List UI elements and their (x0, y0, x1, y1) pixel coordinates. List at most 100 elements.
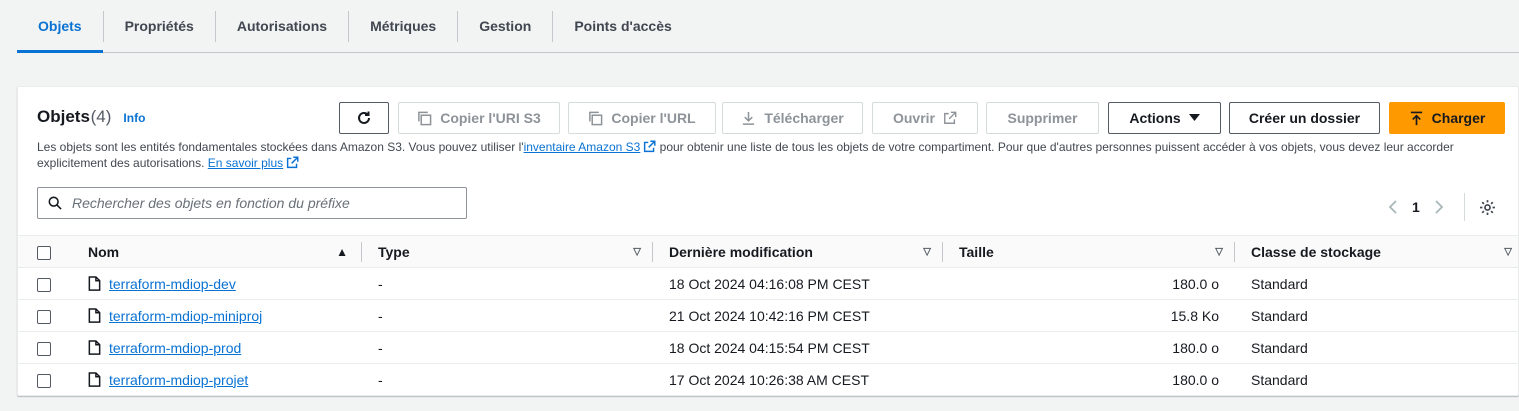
copy-url-button[interactable]: Copier l'URL (568, 102, 716, 134)
tab-autorisations[interactable]: Autorisations (214, 10, 348, 42)
row-checkbox[interactable] (37, 341, 51, 356)
row-checkbox[interactable] (37, 373, 51, 388)
tab-proprietes[interactable]: Propriétés (102, 10, 215, 42)
file-icon (88, 372, 101, 388)
row-checkbox[interactable] (37, 277, 51, 292)
storage-cell: Standard (1251, 307, 1308, 324)
modified-cell: 17 Oct 2024 10:26:38 AM CEST (669, 371, 870, 388)
upload-button[interactable]: Charger (1389, 102, 1505, 134)
table-header-row: Nom ▲ Type ▽ Dernière modification ▽ Taille… (18, 235, 1518, 268)
table-row[interactable]: terraform-mdiop-miniproj - 21 Oct 2024 1… (18, 300, 1518, 332)
copy-icon (589, 111, 603, 125)
copy-icon (418, 111, 432, 125)
actions-dropdown[interactable]: Actions (1108, 102, 1221, 134)
storage-cell: Standard (1251, 339, 1308, 356)
pagination: 1 (1388, 193, 1496, 221)
caret-down-icon (1188, 114, 1200, 121)
sort-icon: ▽ (1504, 246, 1512, 257)
external-link-icon (287, 156, 299, 169)
external-link-icon (944, 111, 957, 124)
file-icon (88, 340, 101, 355)
open-label: Ouvrir (892, 110, 935, 126)
gear-icon[interactable] (1479, 199, 1496, 216)
file-icon (88, 308, 101, 323)
upload-icon (1410, 111, 1422, 125)
chevron-right-icon[interactable] (1434, 200, 1444, 214)
type-cell: - (378, 275, 383, 292)
sort-icon: ▽ (923, 246, 931, 257)
actions-label: Actions (1129, 110, 1181, 126)
copy-s3-uri-label: Copier l'URI S3 (440, 110, 541, 126)
column-storage-label: Classe de stockage (1251, 243, 1381, 260)
object-count: (4) (90, 107, 112, 126)
open-button[interactable]: Ouvrir (872, 102, 978, 134)
tab-gestion[interactable]: Gestion (457, 10, 552, 42)
tab-objets[interactable]: Objets (17, 0, 103, 53)
current-page[interactable]: 1 (1412, 199, 1420, 215)
info-link[interactable]: Info (123, 111, 145, 125)
delete-button[interactable]: Supprimer (986, 102, 1099, 134)
object-link[interactable]: terraform-mdiop-projet (109, 372, 248, 388)
refresh-button[interactable] (339, 102, 389, 134)
column-name[interactable]: Nom ▲ (70, 236, 362, 268)
download-label: Télécharger (764, 110, 844, 126)
upload-label: Charger (1431, 110, 1486, 126)
object-link[interactable]: terraform-mdiop-dev (109, 276, 236, 292)
storage-cell: Standard (1251, 275, 1308, 292)
create-folder-button[interactable]: Créer un dossier (1229, 102, 1380, 134)
panel-description: Les objets sont les entités fondamentale… (37, 139, 1497, 171)
storage-cell: Standard (1251, 371, 1308, 388)
column-storage[interactable]: Classe de stockage ▽ (1235, 236, 1518, 268)
type-cell: - (378, 371, 383, 388)
column-name-label: Nom (88, 243, 120, 260)
inventory-link[interactable]: inventaire Amazon S3 (524, 140, 641, 154)
search-icon (48, 196, 62, 210)
description-text: Les objets sont les entités fondamentale… (37, 140, 524, 154)
search-input[interactable] (72, 195, 452, 211)
chevron-left-icon[interactable] (1388, 200, 1398, 214)
tab-points-acces[interactable]: Points d'accès (552, 10, 692, 42)
modified-cell: 21 Oct 2024 10:42:16 PM CEST (669, 307, 870, 324)
modified-cell: 18 Oct 2024 04:16:08 PM CEST (669, 275, 870, 292)
tab-metriques[interactable]: Métriques (348, 10, 457, 42)
create-folder-label: Créer un dossier (1248, 110, 1361, 126)
size-cell: 180.0 o (1172, 339, 1219, 356)
select-all-checkbox[interactable] (37, 245, 51, 260)
tab-bar: Objets Propriétés Autorisations Métrique… (17, 0, 1519, 53)
panel-title: Objets (4) (37, 107, 112, 126)
table-row[interactable]: terraform-mdiop-prod - 18 Oct 2024 04:15… (18, 332, 1518, 364)
row-checkbox[interactable] (37, 309, 51, 324)
download-button[interactable]: Télécharger (722, 102, 863, 134)
table-row[interactable]: terraform-mdiop-projet - 17 Oct 2024 10:… (18, 364, 1518, 396)
column-size-label: Taille (959, 243, 994, 260)
objects-table: Nom ▲ Type ▽ Dernière modification ▽ Taille… (18, 235, 1518, 396)
objects-panel: Objets (4) Info Copier l'URI S3 Copier l… (17, 86, 1519, 396)
select-all-cell (18, 236, 70, 268)
learn-more-link[interactable]: En savoir plus (208, 156, 283, 170)
refresh-icon (358, 111, 370, 124)
sort-icon: ▽ (1215, 246, 1223, 257)
delete-label: Supprimer (1007, 110, 1078, 126)
file-icon (88, 276, 101, 291)
panel-header: Objets (4) Info (37, 107, 145, 127)
column-modified-label: Dernière modification (669, 243, 813, 260)
sort-ascending-icon: ▲ (336, 244, 348, 259)
size-cell: 15.8 Ko (1170, 307, 1219, 324)
column-type-label: Type (378, 243, 410, 260)
copy-url-label: Copier l'URL (611, 110, 696, 126)
object-link[interactable]: terraform-mdiop-prod (109, 340, 241, 356)
size-cell: 180.0 o (1172, 371, 1219, 388)
download-icon (743, 111, 755, 125)
object-link[interactable]: terraform-mdiop-miniproj (109, 308, 262, 324)
copy-s3-uri-button[interactable]: Copier l'URI S3 (398, 102, 560, 134)
size-cell: 180.0 o (1172, 275, 1219, 292)
sort-icon: ▽ (633, 246, 641, 257)
search-box (37, 187, 467, 219)
column-size[interactable]: Taille ▽ (943, 236, 1235, 268)
external-link-icon (644, 140, 656, 153)
modified-cell: 18 Oct 2024 04:15:54 PM CEST (669, 339, 870, 356)
type-cell: - (378, 339, 383, 356)
column-type[interactable]: Type ▽ (362, 236, 653, 268)
table-row[interactable]: terraform-mdiop-dev - 18 Oct 2024 04:16:… (18, 268, 1518, 300)
column-modified[interactable]: Dernière modification ▽ (653, 236, 943, 268)
